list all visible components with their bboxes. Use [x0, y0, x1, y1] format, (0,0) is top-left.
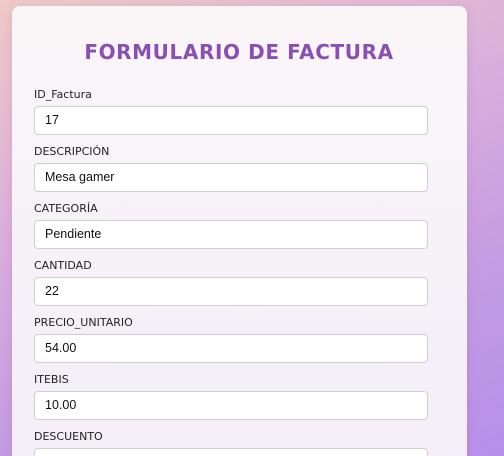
- field-descripcion: DESCRIPCIÓN Mesa gamer: [34, 145, 428, 192]
- descripcion-input[interactable]: Mesa gamer: [34, 163, 428, 192]
- itebis-label: ITEBIS: [34, 373, 69, 386]
- precio-unitario-input[interactable]: 54.00: [34, 334, 428, 363]
- itebis-input[interactable]: 10.00: [34, 391, 428, 420]
- invoice-form-card: FORMULARIO DE FACTURA ID_Factura 17 DESC…: [12, 6, 467, 456]
- categoria-input[interactable]: Pendiente: [34, 220, 428, 249]
- id-factura-input[interactable]: 17: [34, 106, 428, 135]
- descripcion-label: DESCRIPCIÓN: [34, 145, 110, 158]
- field-descuento: DESCUENTO: [34, 430, 428, 456]
- categoria-label: CATEGORÍA: [34, 202, 98, 215]
- descuento-label: DESCUENTO: [34, 430, 103, 443]
- precio-unitario-label: PRECIO_UNITARIO: [34, 316, 133, 329]
- form-title: FORMULARIO DE FACTURA: [84, 40, 394, 64]
- field-itebis: ITEBIS 10.00: [34, 373, 428, 420]
- descuento-input[interactable]: [34, 448, 428, 456]
- cantidad-input[interactable]: 22: [34, 277, 428, 306]
- cantidad-label: CANTIDAD: [34, 259, 92, 272]
- field-id-factura: ID_Factura 17: [34, 88, 428, 135]
- field-cantidad: CANTIDAD 22: [34, 259, 428, 306]
- field-categoria: CATEGORÍA Pendiente: [34, 202, 428, 249]
- field-precio-unitario: PRECIO_UNITARIO 54.00: [34, 316, 428, 363]
- id-factura-label: ID_Factura: [34, 88, 92, 101]
